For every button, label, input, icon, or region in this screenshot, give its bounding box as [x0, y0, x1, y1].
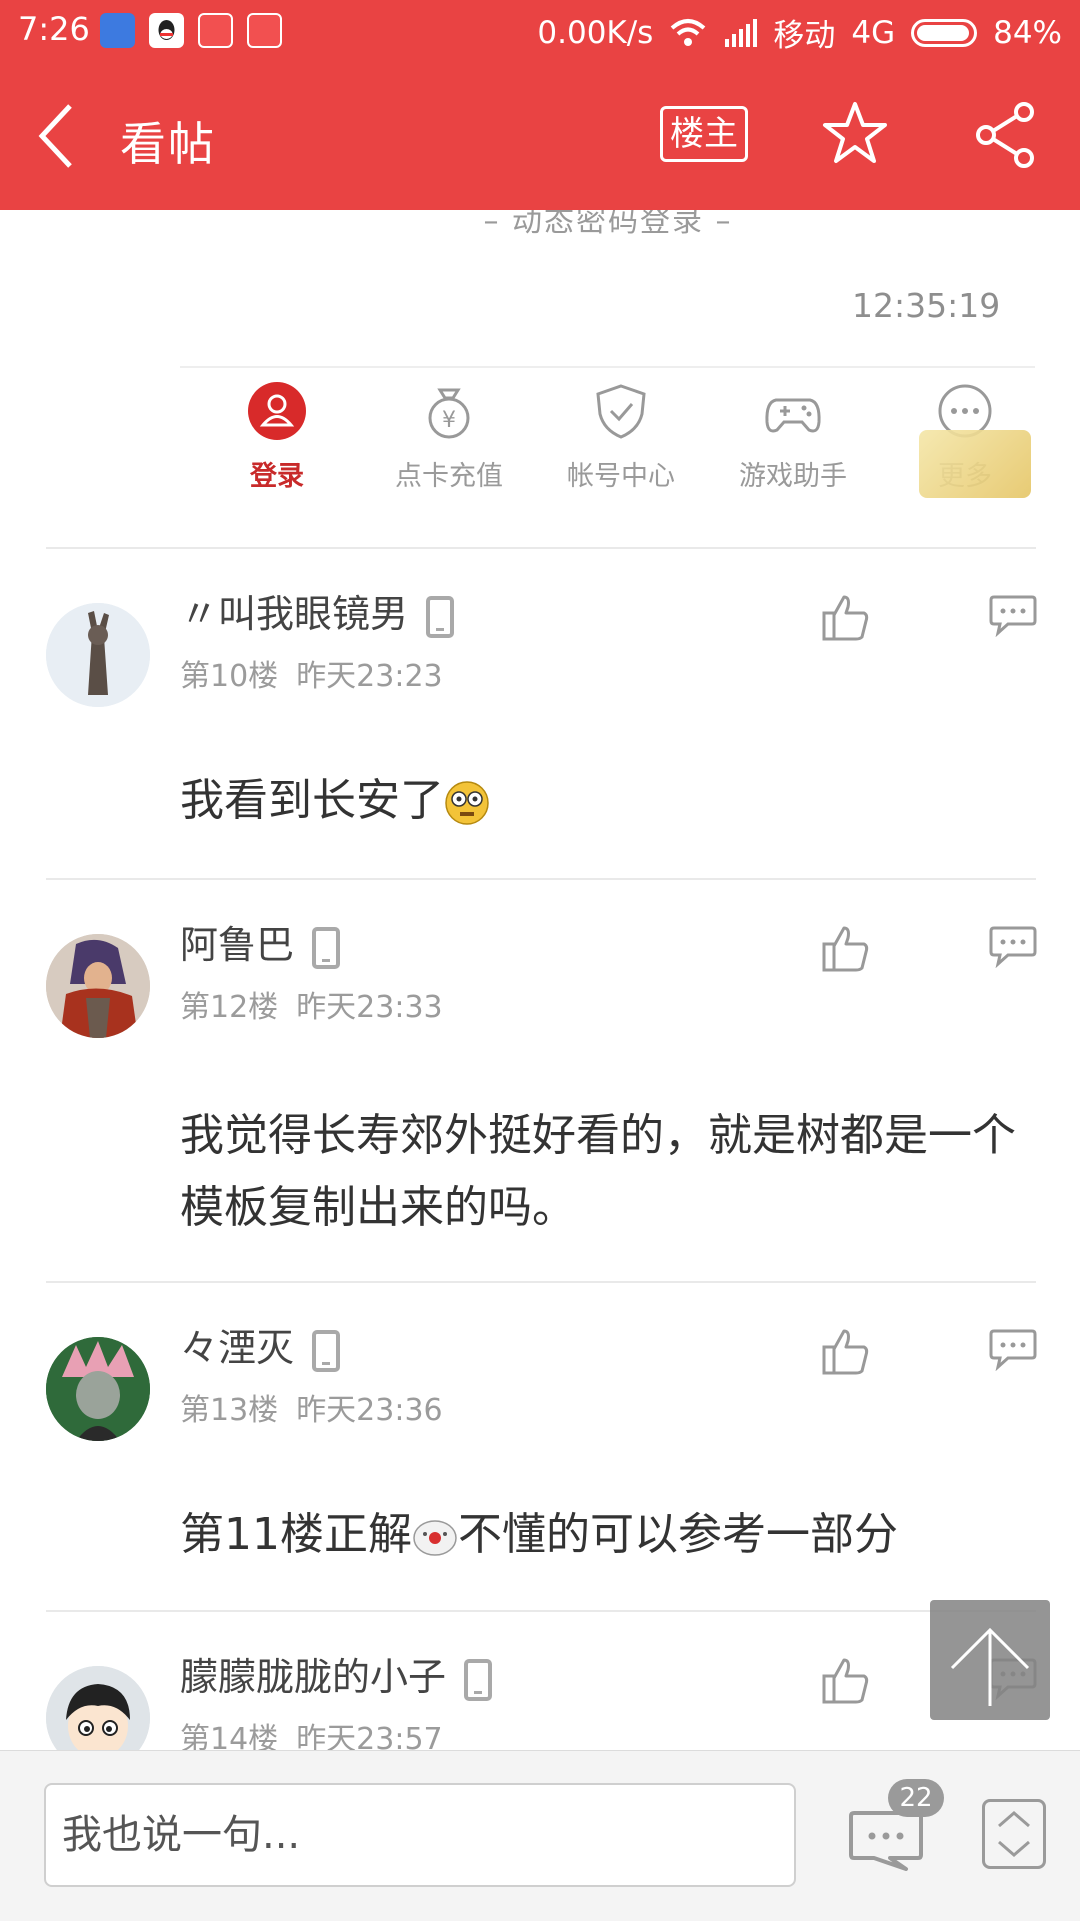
like-button[interactable]: [820, 591, 872, 643]
game-logo: [919, 430, 1031, 498]
post-time: 昨天23:36: [296, 1393, 443, 1428]
battery-percent: 84%: [993, 14, 1062, 51]
divider: [46, 547, 1036, 549]
page-title: 看帖: [120, 117, 216, 171]
sig-menu-account[interactable]: 帐号中心: [556, 382, 686, 493]
wifi-icon: [671, 18, 706, 46]
post-meta: 第13楼 昨天23:36: [180, 1385, 443, 1429]
favorite-button[interactable]: [822, 100, 888, 166]
floor-number: 第10楼: [180, 659, 279, 694]
money-bag-icon: ¥: [420, 382, 478, 440]
notification-icons: [100, 13, 282, 48]
share-icon: [976, 102, 1034, 168]
thread-content[interactable]: – 动态密码登录 – 12:35:19 登录 ¥ 点卡充值 帐号中心 游戏助手: [0, 210, 1080, 1750]
thumbs-up-icon: [822, 1329, 869, 1375]
thumbs-up-icon: [822, 926, 869, 972]
sig-menu-label: 点卡充值: [395, 461, 503, 492]
status-time: 7:26: [18, 10, 90, 48]
user-icon: [248, 382, 306, 440]
comment-icon: [989, 926, 1037, 969]
chevron-up-down-icon: [998, 1811, 1030, 1857]
sig-menu-label: 帐号中心: [567, 461, 675, 492]
svg-text:¥: ¥: [442, 408, 456, 433]
news-app-icon: [198, 13, 233, 48]
chevron-left-icon: [38, 104, 72, 168]
divider: [46, 878, 1036, 880]
comment-input[interactable]: 我也说一句...: [44, 1783, 796, 1887]
reply-button[interactable]: [988, 593, 1038, 638]
comment-icon: [989, 1329, 1037, 1372]
sig-menu-login[interactable]: 登录: [212, 382, 342, 493]
signature-menu: 登录 ¥ 点卡充值 帐号中心 游戏助手 更多: [212, 382, 1042, 502]
thumbs-up-icon: [822, 1658, 869, 1704]
comments-button[interactable]: [848, 1809, 924, 1871]
floor-number: 第14楼: [180, 1722, 279, 1750]
app-notification-icon: [100, 13, 135, 48]
floor-number: 第12楼: [180, 990, 279, 1025]
post-meta: 第12楼 昨天23:33: [180, 982, 443, 1026]
signal-icon: [725, 18, 758, 47]
post-time: 昨天23:33: [296, 990, 443, 1025]
avatar[interactable]: [46, 1666, 150, 1750]
thumbs-up-icon: [822, 595, 869, 641]
share-button[interactable]: [972, 100, 1038, 170]
gamepad-icon: [764, 382, 822, 440]
mobile-device-icon: [464, 1658, 493, 1701]
owner-only-button[interactable]: 楼主: [660, 106, 748, 162]
sig-menu-recharge[interactable]: ¥ 点卡充值: [384, 382, 514, 493]
app-bar: 看帖 楼主: [0, 62, 1080, 210]
bottom-bar: 我也说一句... 22: [0, 1750, 1080, 1921]
back-to-top-button[interactable]: [930, 1600, 1050, 1720]
username[interactable]: 〃叫我眼镜男: [180, 583, 455, 638]
username[interactable]: 阿鲁巴: [180, 914, 341, 969]
network-type: 4G: [851, 14, 896, 51]
like-button[interactable]: [820, 1654, 872, 1706]
star-icon: [823, 102, 887, 163]
post-time: 昨天23:23: [296, 659, 443, 694]
comment-count-badge: 22: [888, 1779, 944, 1817]
carrier: 移动: [773, 18, 836, 54]
post-content: 我觉得长寿郊外挺好看的，就是树都是一个模板复制出来的吗。: [180, 1110, 1016, 1233]
status-bar: 7:26 0.00K/s 移动 4G 84%: [0, 0, 1080, 62]
avatar[interactable]: [46, 1337, 150, 1441]
mobile-device-icon: [312, 1329, 341, 1372]
post-meta: 第10楼 昨天23:23: [180, 651, 443, 695]
arrow-up-icon: [950, 1627, 1030, 1706]
status-right: 0.00K/s 移动 4G 84%: [537, 10, 1062, 55]
back-button[interactable]: [30, 96, 90, 176]
sig-menu-label: 游戏助手: [739, 461, 847, 492]
avatar[interactable]: [46, 934, 150, 1038]
comment-icon: [849, 1811, 923, 1871]
avatar[interactable]: [46, 603, 150, 707]
reply-button[interactable]: [988, 924, 1038, 969]
comment-icon: [989, 595, 1037, 638]
floor-number: 第13楼: [180, 1393, 279, 1428]
username[interactable]: 朦朦胧胧的小子: [180, 1646, 493, 1701]
like-button[interactable]: [820, 1325, 872, 1377]
divider: [46, 1281, 1036, 1283]
dazed-emoji-icon: [445, 781, 489, 825]
sig-menu-game-helper[interactable]: 游戏助手: [728, 382, 858, 493]
sig-menu-label: 登录: [250, 461, 304, 492]
post-content: 第11楼正解 不懂的可以参考一部分: [180, 1509, 898, 1560]
ghost-emoji-icon: [413, 1520, 457, 1556]
network-speed: 0.00K/s: [537, 14, 654, 51]
news-app-icon: [247, 13, 282, 48]
divider: [180, 366, 1035, 368]
username[interactable]: 々湮灭: [180, 1317, 341, 1372]
qq-icon: [149, 13, 184, 48]
divider: [46, 1610, 1036, 1612]
battery-icon: [911, 18, 978, 47]
post-time: 昨天23:57: [296, 1722, 443, 1750]
like-button[interactable]: [820, 922, 872, 974]
shield-check-icon: [592, 382, 650, 440]
signature-time: 12:35:19: [852, 286, 1001, 325]
page-jump-button[interactable]: [982, 1799, 1046, 1869]
reply-button[interactable]: [988, 1327, 1038, 1372]
mobile-device-icon: [426, 595, 455, 638]
mobile-device-icon: [312, 926, 341, 969]
post-content: 我看到长安了: [180, 765, 1040, 837]
post-meta: 第14楼 昨天23:57: [180, 1714, 443, 1750]
dynamic-password-login-hint: – 动态密码登录 –: [483, 210, 733, 239]
